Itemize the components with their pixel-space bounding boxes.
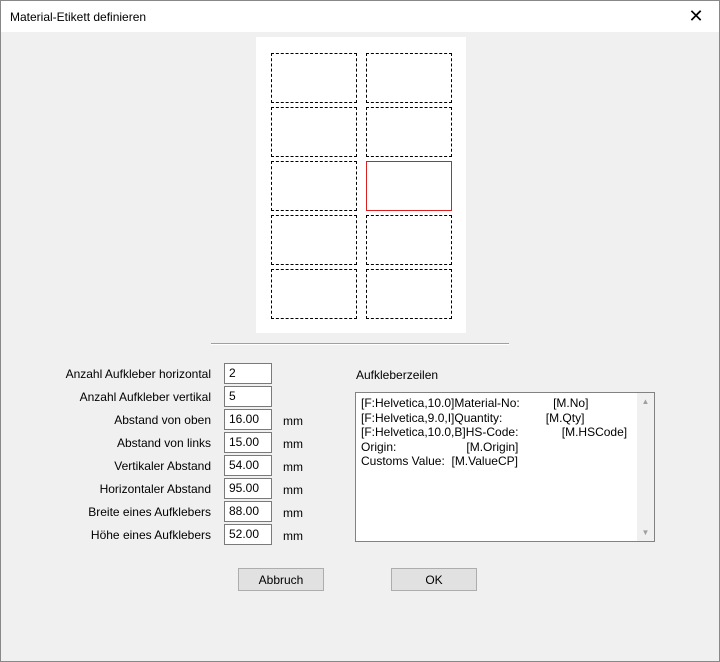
scroll-up-icon[interactable]: ▲ bbox=[637, 393, 654, 410]
value-input[interactable]: 16.00 bbox=[224, 409, 272, 430]
label-cell[interactable] bbox=[271, 161, 357, 211]
field-label: Abstand von oben bbox=[114, 413, 211, 427]
value-input[interactable]: 54.00 bbox=[224, 455, 272, 476]
vertical-scrollbar[interactable]: ▲ ▼ bbox=[637, 393, 654, 541]
label-cell[interactable] bbox=[271, 215, 357, 265]
dialog-window: Material-Etikett definieren ✕ Anzahl Auf… bbox=[0, 0, 720, 662]
unit-label: mm bbox=[283, 414, 303, 428]
label-cell[interactable] bbox=[366, 215, 452, 265]
value-input[interactable]: 5 bbox=[224, 386, 272, 407]
unit-label: mm bbox=[283, 460, 303, 474]
field-label: Höhe eines Aufklebers bbox=[90, 528, 211, 542]
divider bbox=[211, 343, 509, 345]
label-cell[interactable] bbox=[271, 107, 357, 157]
window-title: Material-Etikett definieren bbox=[10, 10, 147, 24]
unit-label: mm bbox=[283, 437, 303, 451]
field-label: Horizontaler Abstand bbox=[99, 482, 211, 496]
label-sheet-preview bbox=[256, 37, 466, 333]
value-input[interactable]: 88.00 bbox=[224, 501, 272, 522]
scroll-down-icon[interactable]: ▼ bbox=[637, 524, 654, 541]
unit-label: mm bbox=[283, 506, 303, 520]
unit-label: mm bbox=[283, 529, 303, 543]
label-cell[interactable] bbox=[366, 53, 452, 103]
field-label: Vertikaler Abstand bbox=[114, 459, 211, 473]
close-icon[interactable]: ✕ bbox=[673, 1, 719, 32]
label-cell[interactable] bbox=[271, 53, 357, 103]
label-cell[interactable] bbox=[366, 269, 452, 319]
label-lines-label: Aufkleberzeilen bbox=[356, 368, 439, 382]
label-lines-textarea[interactable]: [F:Helvetica,10.0]Material-No: [M.No] [F… bbox=[355, 392, 655, 542]
label-cell[interactable] bbox=[271, 269, 357, 319]
value-input[interactable]: 15.00 bbox=[224, 432, 272, 453]
title-bar: Material-Etikett definieren ✕ bbox=[1, 1, 719, 32]
value-input[interactable]: 95.00 bbox=[224, 478, 272, 499]
ok-button[interactable]: OK bbox=[391, 568, 477, 591]
label-cell[interactable] bbox=[366, 107, 452, 157]
field-label: Anzahl Aufkleber horizontal bbox=[65, 367, 211, 381]
label-lines-text[interactable]: [F:Helvetica,10.0]Material-No: [M.No] [F… bbox=[361, 396, 633, 469]
unit-label: mm bbox=[283, 483, 303, 497]
label-cell[interactable] bbox=[366, 161, 452, 211]
value-input[interactable]: 2 bbox=[224, 363, 272, 384]
value-input[interactable]: 52.00 bbox=[224, 524, 272, 545]
field-label: Abstand von links bbox=[116, 436, 211, 450]
field-label: Breite eines Aufklebers bbox=[88, 505, 211, 519]
field-label: Anzahl Aufkleber vertikal bbox=[79, 390, 211, 404]
cancel-button[interactable]: Abbruch bbox=[238, 568, 324, 591]
